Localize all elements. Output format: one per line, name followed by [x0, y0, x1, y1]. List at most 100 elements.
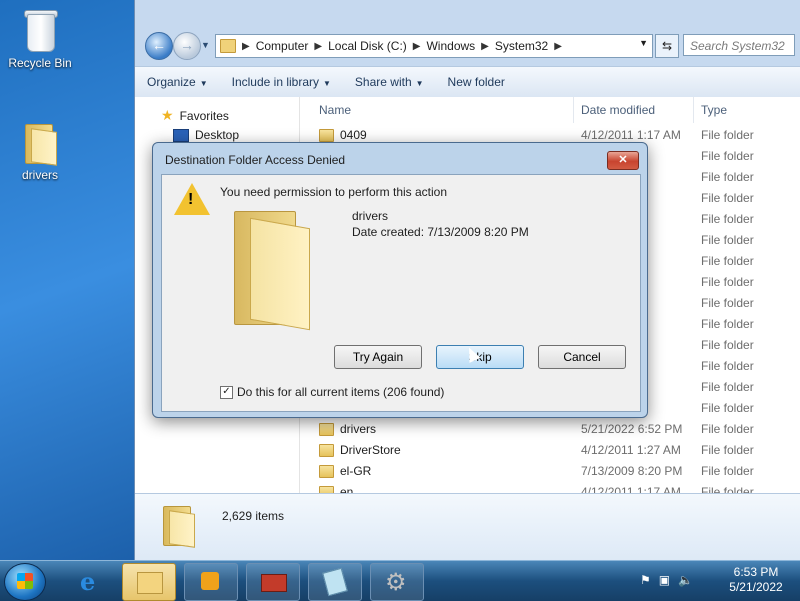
column-divider[interactable]: [693, 97, 694, 123]
file-name: el-GR: [319, 461, 371, 482]
column-header-type[interactable]: Type: [701, 97, 727, 123]
new-folder-button[interactable]: New folder: [436, 75, 517, 89]
file-type: File folder: [701, 128, 754, 142]
file-type: File folder: [701, 464, 754, 478]
caret-down-icon: ▼: [199, 79, 208, 88]
address-row: ← → ▼ ▶ Computer ▶ Local Disk (C:) ▶ Win…: [135, 28, 800, 64]
desktop-label: Desktop: [195, 128, 240, 142]
nav-item-desktop[interactable]: Desktop: [173, 128, 239, 142]
folder-icon: [161, 502, 195, 548]
column-divider[interactable]: [573, 97, 574, 123]
file-type: File folder: [701, 485, 754, 493]
nav-item-favorites[interactable]: ★ Favorites: [161, 107, 229, 124]
file-name-text: DriverStore: [340, 443, 401, 457]
taskbar-internet-explorer[interactable]: e: [66, 563, 118, 599]
folder-icon: [319, 444, 334, 457]
file-type: File folder: [701, 296, 754, 310]
table-row[interactable]: el-GR 7/13/2009 8:20 PM File folder: [299, 461, 800, 482]
chevron-right-icon[interactable]: ▶: [554, 41, 562, 52]
drivers-label: drivers: [21, 168, 58, 182]
file-type: File folder: [701, 359, 754, 373]
folder-icon: [319, 486, 334, 493]
clock-time: 6:53 PM: [733, 565, 779, 579]
recent-pages-dropdown[interactable]: ▼: [201, 40, 210, 50]
folder-icon: [319, 465, 334, 478]
breadcrumb-system32[interactable]: System32: [495, 39, 548, 53]
toolbox-icon: [261, 574, 287, 592]
volume-icon[interactable]: 🔈: [678, 573, 693, 587]
favorites-label: Favorites: [179, 108, 229, 123]
try-again-button[interactable]: Try Again: [334, 345, 422, 369]
warning-exclamation: !: [188, 191, 194, 208]
share-with-menu[interactable]: Share with ▼: [343, 75, 436, 89]
internet-explorer-icon: e: [80, 567, 96, 596]
apply-to-all-checkbox[interactable]: ✓: [220, 385, 233, 399]
file-type: File folder: [701, 380, 754, 394]
item-count: 2,629 items: [222, 509, 285, 523]
file-type: File folder: [701, 170, 754, 184]
taskbar-media-player[interactable]: [184, 563, 238, 601]
file-name: DriverStore: [319, 440, 401, 461]
folder-icon: [230, 209, 340, 331]
taskbar-toolbox[interactable]: [246, 563, 300, 601]
arrow-left-icon: ←: [152, 37, 166, 53]
address-bar[interactable]: ▶ Computer ▶ Local Disk (C:) ▶ Windows ▶…: [215, 34, 653, 58]
table-row[interactable]: en 4/12/2011 1:17 AM File folder: [299, 482, 800, 493]
desktop-icon-recycle-bin[interactable]: Recycle Bin: [0, 8, 80, 70]
windows-logo-icon: [17, 573, 33, 589]
column-header-date[interactable]: Date modified: [581, 97, 655, 123]
details-pane: 2,629 items: [135, 493, 800, 561]
organize-menu[interactable]: Organize ▼: [135, 75, 220, 89]
folder-name: drivers: [352, 209, 389, 223]
folder-icon: [319, 129, 334, 142]
taskbar-windows-explorer[interactable]: [122, 563, 176, 601]
recycle-bin-icon: [23, 8, 58, 52]
folder-icon: [137, 572, 163, 594]
address-history-dropdown[interactable]: ▼: [639, 38, 648, 48]
flag-icon[interactable]: ⚑: [640, 573, 651, 587]
chevron-right-icon[interactable]: ▶: [413, 41, 421, 52]
network-icon[interactable]: ▣: [659, 573, 670, 587]
file-name-text: drivers: [340, 422, 377, 436]
back-button[interactable]: ←: [145, 32, 173, 60]
desktop-icon-drivers[interactable]: drivers: [0, 120, 80, 182]
clock[interactable]: 6:53 PM 5/21/2022: [720, 565, 792, 595]
folder-icon: [23, 120, 57, 166]
file-type: File folder: [701, 401, 754, 415]
breadcrumb-local-disk[interactable]: Local Disk (C:): [328, 39, 407, 53]
dialog-message: You need permission to perform this acti…: [220, 185, 448, 199]
dialog-body: ! You need permission to perform this ac…: [161, 174, 641, 412]
file-type: File folder: [701, 191, 754, 205]
taskbar-settings[interactable]: ⚙: [370, 563, 424, 601]
forward-button[interactable]: →: [173, 32, 201, 60]
file-type: File folder: [701, 338, 754, 352]
chevron-right-icon[interactable]: ▶: [242, 41, 250, 52]
chevron-right-icon[interactable]: ▶: [481, 41, 489, 52]
breadcrumb-windows[interactable]: Windows: [426, 39, 475, 53]
cancel-button[interactable]: Cancel: [538, 345, 626, 369]
folder-date: Date created: 7/13/2009 8:20 PM: [352, 225, 529, 239]
file-date: 4/12/2011 1:17 AM: [581, 485, 681, 493]
file-date: 4/12/2011 1:27 AM: [581, 443, 681, 457]
refresh-button[interactable]: ⇆: [655, 34, 679, 58]
table-row[interactable]: drivers 5/21/2022 6:52 PM File folder: [299, 419, 800, 440]
close-button[interactable]: ✕: [607, 151, 639, 170]
column-header-name[interactable]: Name: [319, 97, 351, 123]
file-type: File folder: [701, 275, 754, 289]
desktop-icon: [173, 128, 189, 142]
chevron-right-icon[interactable]: ▶: [314, 41, 322, 52]
search-input[interactable]: Search System32: [683, 34, 795, 56]
include-in-library-menu[interactable]: Include in library ▼: [220, 75, 343, 89]
taskbar-notepad[interactable]: [308, 563, 362, 601]
table-row[interactable]: DriverStore 4/12/2011 1:27 AM File folder: [299, 440, 800, 461]
include-label: Include in library: [231, 75, 319, 89]
start-button[interactable]: [4, 563, 46, 601]
notepad-icon: [322, 567, 348, 597]
share-label: Share with: [354, 75, 412, 89]
recycle-bin-label: Recycle Bin: [8, 56, 72, 70]
caret-down-icon: ▼: [415, 79, 424, 88]
apply-to-all-label: Do this for all current items (206 found…: [237, 385, 445, 399]
breadcrumb-computer[interactable]: Computer: [256, 39, 309, 53]
star-icon: ★: [161, 107, 174, 123]
apply-to-all-row[interactable]: ✓ Do this for all current items (206 fou…: [220, 385, 444, 399]
